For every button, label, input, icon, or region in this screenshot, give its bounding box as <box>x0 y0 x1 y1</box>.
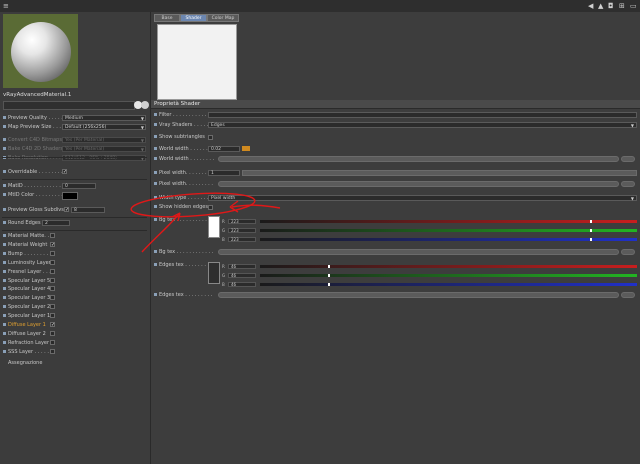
annotation-overlay <box>130 192 281 253</box>
annotation-circle <box>130 192 256 218</box>
annotation-pointer-line <box>141 212 181 253</box>
annotation-arrow-line <box>231 204 281 209</box>
